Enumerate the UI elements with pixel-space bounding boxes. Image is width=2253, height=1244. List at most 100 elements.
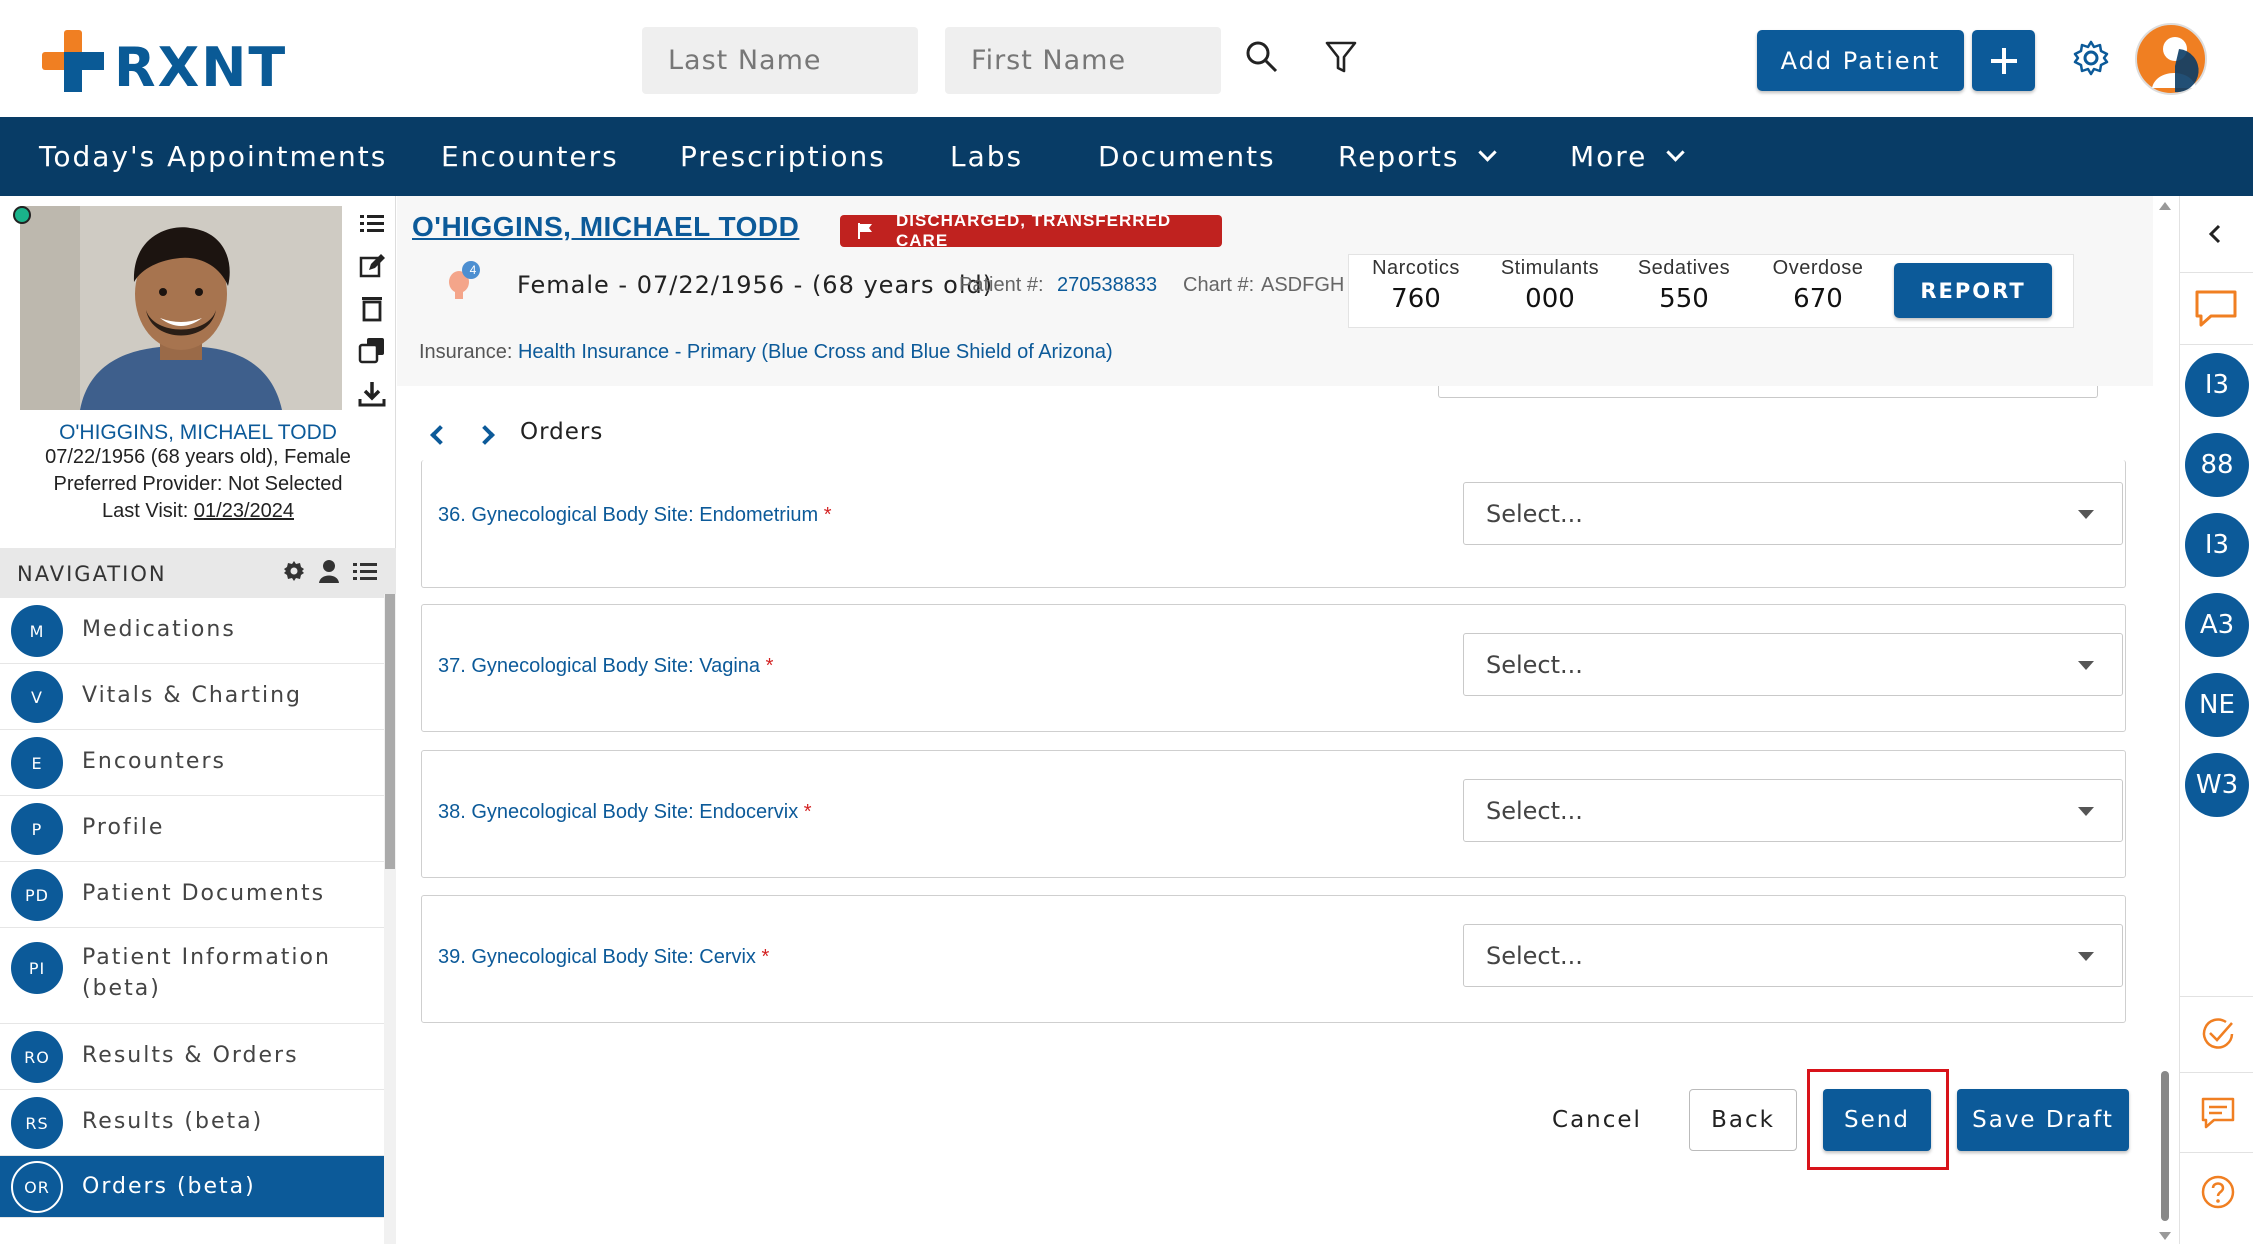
cancel-button[interactable]: Cancel — [1547, 1089, 1647, 1151]
nav-more[interactable]: More — [1570, 117, 1686, 196]
provider-avatar-ne[interactable]: NE — [2185, 673, 2249, 737]
caret-down-icon — [2078, 510, 2094, 519]
side-nav-orders-beta[interactable]: OR Orders (beta) — [0, 1156, 384, 1218]
nav-labs[interactable]: Labs — [950, 117, 1023, 196]
save-draft-button[interactable]: Save Draft — [1957, 1089, 2129, 1151]
nav-reports[interactable]: Reports — [1338, 117, 1498, 196]
edit-icon[interactable] — [358, 252, 386, 280]
search-icon[interactable] — [1245, 40, 1279, 74]
scroll-down-icon[interactable] — [2159, 1232, 2171, 1240]
nav-encounters[interactable]: Encounters — [441, 117, 619, 196]
side-nav-patient-documents[interactable]: PD Patient Documents — [0, 862, 384, 928]
side-nav-patient-information[interactable]: PI Patient Information (beta) — [0, 928, 384, 1024]
side-nav-profile[interactable]: P Profile — [0, 796, 384, 862]
side-nav-encounters[interactable]: E Encounters — [0, 730, 384, 796]
provider-avatar-a3[interactable]: A3 — [2185, 593, 2249, 657]
patient-demographics: Female - 07/22/1956 - (68 years old) — [517, 271, 994, 299]
rxnt-logo-icon — [42, 30, 104, 92]
chart-number-label: Chart #: — [1183, 274, 1255, 296]
nav-label: Profile — [82, 815, 165, 840]
nav-prescriptions[interactable]: Prescriptions — [680, 117, 886, 196]
download-icon[interactable] — [358, 380, 386, 408]
nav-badge: E — [11, 737, 63, 789]
nav-badge: RS — [11, 1097, 63, 1149]
add-button[interactable] — [1972, 30, 2035, 91]
patient-side-panel: O'HIGGINS, MICHAEL TODD 07/22/1956 (68 y… — [0, 196, 396, 1244]
chevron-left-icon[interactable] — [430, 425, 450, 445]
insurance-link[interactable]: Health Insurance - Primary (Blue Cross a… — [518, 341, 1113, 363]
side-navigation-list: M Medications V Vitals & Charting E Enco… — [0, 598, 384, 1218]
gear-icon[interactable] — [283, 560, 305, 582]
check-circle-icon[interactable] — [2200, 1016, 2236, 1052]
nav-todays-appointments[interactable]: Today's Appointments — [39, 117, 387, 196]
list-icon[interactable] — [353, 560, 377, 582]
main-scrollbar[interactable] — [2153, 196, 2177, 1244]
side-nav-scrollbar[interactable] — [384, 594, 396, 1244]
insurance-info: Insurance: Health Insurance - Primary (B… — [419, 341, 1113, 363]
scroll-up-icon[interactable] — [2159, 202, 2171, 210]
side-nav-results-orders[interactable]: RO Results & Orders — [0, 1024, 384, 1090]
list-icon[interactable] — [358, 210, 386, 238]
chevron-right-icon[interactable] — [475, 425, 495, 445]
last-visit: Last Visit: 01/23/2024 — [101, 500, 294, 522]
report-button[interactable]: REPORT — [1894, 263, 2052, 318]
caret-down-icon — [2078, 807, 2094, 816]
nav-badge: PD — [11, 869, 63, 921]
message-icon[interactable] — [2200, 1096, 2236, 1130]
vagina-select[interactable]: Select... — [1463, 633, 2123, 696]
provider-avatar-i3[interactable]: I3 — [2185, 353, 2249, 417]
question-card-39: 39. Gynecological Body Site: Cervix * Se… — [421, 895, 2126, 1023]
endocervix-select[interactable]: Select... — [1463, 779, 2123, 842]
cervix-select[interactable]: Select... — [1463, 924, 2123, 987]
orders-section-title: Orders — [520, 419, 604, 445]
alerts-count: 4 — [469, 263, 477, 277]
chart-number: ASDFGH — [1261, 274, 1343, 296]
nav-documents[interactable]: Documents — [1098, 117, 1276, 196]
side-nav-medications[interactable]: M Medications — [0, 598, 384, 664]
patient-header: O'HIGGINS, MICHAEL TODD DISCHARGED, TRAN… — [397, 196, 2153, 386]
nav-label: Results (beta) — [82, 1109, 264, 1134]
side-nav-results-beta[interactable]: RS Results (beta) — [0, 1090, 384, 1156]
side-nav-vitals-charting[interactable]: V Vitals & Charting — [0, 664, 384, 730]
main-nav-bar: Today's Appointments Encounters Prescrip… — [0, 117, 2253, 196]
stat-narcotics: Narcotics 760 — [1372, 257, 1460, 314]
last-visit-date-link[interactable]: 01/23/2024 — [194, 500, 294, 522]
question-card-38: 38. Gynecological Body Site: Endocervix … — [421, 750, 2126, 878]
plus-icon — [1990, 47, 2017, 74]
settings-gear-icon[interactable] — [2073, 40, 2109, 76]
provider-avatar-i3-2[interactable]: I3 — [2185, 513, 2249, 577]
caret-down-icon — [2078, 661, 2094, 670]
nav-badge: P — [11, 803, 63, 855]
question-label: 38. Gynecological Body Site: Endocervix … — [438, 801, 812, 823]
nav-badge: M — [11, 605, 63, 657]
filter-icon[interactable] — [1325, 40, 1357, 74]
user-avatar-icon[interactable] — [2134, 22, 2208, 96]
nav-label: Orders (beta) — [82, 1174, 256, 1199]
patient-name-title[interactable]: O'HIGGINS, MICHAEL TODD — [412, 211, 799, 243]
first-name-search-input[interactable]: First Name — [945, 27, 1221, 94]
chevron-down-icon — [1666, 143, 1686, 162]
nav-label: Encounters — [82, 749, 226, 774]
chat-bubble-icon[interactable] — [2193, 288, 2239, 330]
back-button[interactable]: Back — [1689, 1089, 1797, 1151]
patient-photo — [20, 206, 342, 410]
status-badge: DISCHARGED, TRANSFERRED CARE — [840, 211, 1222, 250]
person-icon[interactable] — [318, 559, 340, 583]
nav-label: Patient Documents — [82, 881, 326, 906]
chevron-left-icon[interactable] — [2205, 222, 2225, 246]
trash-icon[interactable] — [358, 294, 386, 322]
online-status-dot — [13, 206, 31, 224]
provider-avatar-w3[interactable]: W3 — [2185, 753, 2249, 817]
endometrium-select[interactable]: Select... — [1463, 482, 2123, 545]
flag-icon — [858, 223, 872, 239]
last-name-search-input[interactable]: Last Name — [642, 27, 918, 94]
help-icon[interactable] — [2200, 1174, 2236, 1210]
pdmp-stats: Narcotics 760 Stimulants 000 Sedatives 550 … — [1348, 254, 2074, 328]
right-rail: I3 88 I3 A3 NE W3 — [2179, 196, 2253, 1244]
copy-icon[interactable] — [358, 336, 386, 364]
patient-dob: 07/22/1956 (68 years old), Female — [45, 446, 351, 468]
patient-number-link[interactable]: 270538833 — [1057, 274, 1157, 297]
add-patient-button[interactable]: Add Patient — [1757, 30, 1964, 91]
provider-avatar-88[interactable]: 88 — [2185, 433, 2249, 497]
patient-name-link[interactable]: O'HIGGINS, MICHAEL TODD — [0, 421, 396, 445]
